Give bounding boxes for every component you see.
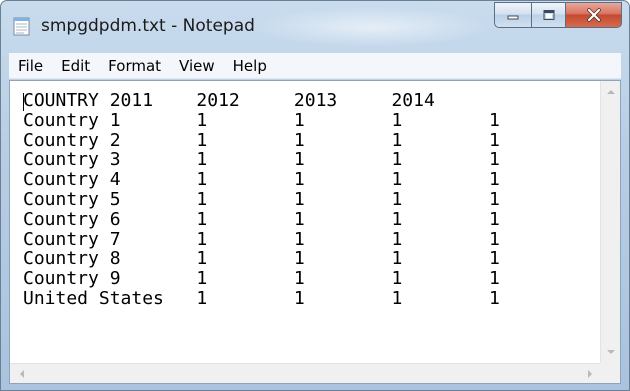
scroll-right-arrow-icon[interactable] xyxy=(588,370,592,378)
scrollbar-corner xyxy=(600,363,620,383)
maximize-button[interactable] xyxy=(532,2,566,28)
scroll-up-arrow-icon[interactable] xyxy=(607,90,615,94)
menu-bar: File Edit Format View Help xyxy=(9,53,621,79)
menu-format[interactable]: Format xyxy=(99,57,170,75)
title-glow xyxy=(251,7,491,47)
maximize-icon xyxy=(543,10,554,20)
text-caret xyxy=(23,93,24,111)
menu-file[interactable]: File xyxy=(9,57,52,75)
vertical-scrollbar[interactable] xyxy=(600,81,620,364)
title-bar[interactable]: smpgdpdm.txt - Notepad xyxy=(1,1,629,53)
editor-text[interactable]: COUNTRY 2011 2012 2013 2014 Country 1 1 … xyxy=(23,91,500,309)
menu-edit[interactable]: Edit xyxy=(52,57,99,75)
menu-view[interactable]: View xyxy=(170,57,224,75)
minimize-icon xyxy=(507,15,519,20)
window-title: smpgdpdm.txt - Notepad xyxy=(41,16,255,36)
close-icon xyxy=(586,8,601,22)
notepad-window: smpgdpdm.txt - Notepad File Edit Format … xyxy=(0,0,630,391)
minimize-button[interactable] xyxy=(494,2,532,28)
close-button[interactable] xyxy=(566,2,622,28)
scroll-left-arrow-icon[interactable] xyxy=(20,370,24,378)
notepad-icon[interactable] xyxy=(11,15,33,37)
horizontal-scrollbar[interactable] xyxy=(10,363,602,383)
menu-help[interactable]: Help xyxy=(224,57,276,75)
text-editor[interactable]: COUNTRY 2011 2012 2013 2014 Country 1 1 … xyxy=(9,80,621,384)
scroll-down-arrow-icon[interactable] xyxy=(607,350,615,354)
window-controls xyxy=(494,2,622,28)
